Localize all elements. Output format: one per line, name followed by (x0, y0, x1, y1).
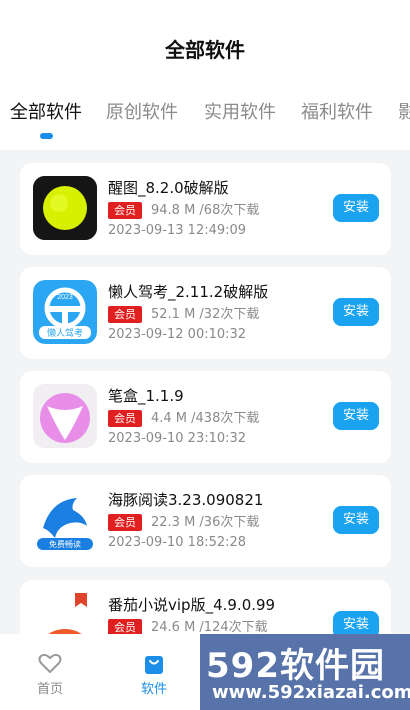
vip-badge: 会员 (108, 619, 142, 634)
install-button[interactable]: 安装 (333, 298, 379, 326)
bihe-icon (33, 384, 97, 448)
install-button[interactable]: 安装 (333, 506, 379, 534)
tab-film-software[interactable]: 影 (398, 98, 410, 124)
tab-original-software[interactable]: 原创软件 (106, 98, 178, 124)
app-card-fanqie[interactable]: 番茄小说vip版_4.9.0.99 会员 24.6 M /124次下载 安装 (20, 580, 391, 634)
nav-home-label: 首页 (36, 682, 63, 697)
svg-text:懒人驾考: 懒人驾考 (47, 327, 83, 339)
app-date: 2023-09-10 18:52:28 (108, 535, 247, 550)
app-date: 2023-09-13 12:49:09 (108, 223, 247, 238)
app-name: 笔盒_1.1.9 (108, 387, 184, 405)
install-button[interactable]: 安装 (333, 194, 379, 222)
svg-text:免费畅读: 免费畅读 (49, 539, 81, 549)
page-title: 全部软件 (165, 38, 245, 62)
vip-badge: 会员 (108, 514, 142, 531)
app-size-downloads: 24.6 M /124次下载 (151, 620, 268, 634)
xingtu-icon (33, 176, 97, 240)
app-header: 全部软件 全部软件 原创软件 实用软件 福利软件 影 (0, 0, 410, 150)
tab-welfare-software[interactable]: 福利软件 (301, 98, 373, 124)
site-watermark: 592软件园 www.592xiazai.com (200, 634, 410, 710)
app-list[interactable]: 醒图_8.2.0破解版 会员 94.8 M /68次下载 2023-09-13 … (0, 150, 410, 634)
vip-badge: 会员 (108, 202, 142, 219)
app-name: 番茄小说vip版_4.9.0.99 (108, 596, 276, 614)
app-name: 海豚阅读3.23.090821 (108, 491, 264, 509)
haitun-icon: 免费畅读 (33, 488, 97, 552)
active-tab-indicator (40, 133, 53, 139)
app-size-downloads: 52.1 M /32次下载 (151, 307, 260, 322)
lanren-jiakao-icon: 2023 懒人驾考 (33, 280, 97, 344)
app-card-xingtu[interactable]: 醒图_8.2.0破解版 会员 94.8 M /68次下载 2023-09-13 … (20, 163, 391, 255)
nav-software[interactable]: 软件 (124, 650, 184, 697)
app-size-downloads: 22.3 M /36次下载 (151, 515, 260, 530)
vip-badge: 会员 (108, 410, 142, 427)
app-card-bihe[interactable]: 笔盒_1.1.9 会员 4.4 M /438次下载 2023-09-10 23:… (20, 371, 391, 463)
app-size-downloads: 94.8 M /68次下载 (151, 203, 260, 218)
tab-all-software[interactable]: 全部软件 (10, 98, 82, 124)
nav-software-label: 软件 (140, 682, 167, 697)
app-card-haitun[interactable]: 免费畅读 海豚阅读3.23.090821 会员 22.3 M /36次下载 20… (20, 475, 391, 567)
heart-icon (38, 653, 62, 673)
app-card-lanren-jiakao[interactable]: 2023 懒人驾考 懒人驾考_2.11.2破解版 会员 52.1 M /32次下… (20, 267, 391, 359)
watermark-url: www.592xiazai.com (212, 682, 410, 703)
watermark-title: 592软件园 (206, 646, 385, 686)
install-button[interactable]: 安装 (333, 402, 379, 430)
fanqie-icon (33, 593, 97, 634)
app-size-downloads: 4.4 M /438次下载 (151, 411, 260, 426)
install-button[interactable]: 安装 (333, 611, 379, 634)
nav-home[interactable]: 首页 (20, 650, 80, 697)
category-tabs: 全部软件 原创软件 实用软件 福利软件 影 (0, 98, 410, 128)
app-date: 2023-09-12 00:10:32 (108, 327, 247, 342)
svg-text:2023: 2023 (57, 294, 73, 301)
app-date: 2023-09-10 23:10:32 (108, 431, 247, 446)
app-name: 懒人驾考_2.11.2破解版 (108, 283, 269, 301)
tab-utility-software[interactable]: 实用软件 (204, 98, 276, 124)
app-name: 醒图_8.2.0破解版 (108, 179, 229, 197)
bag-icon (145, 656, 163, 674)
vip-badge: 会员 (108, 306, 142, 323)
